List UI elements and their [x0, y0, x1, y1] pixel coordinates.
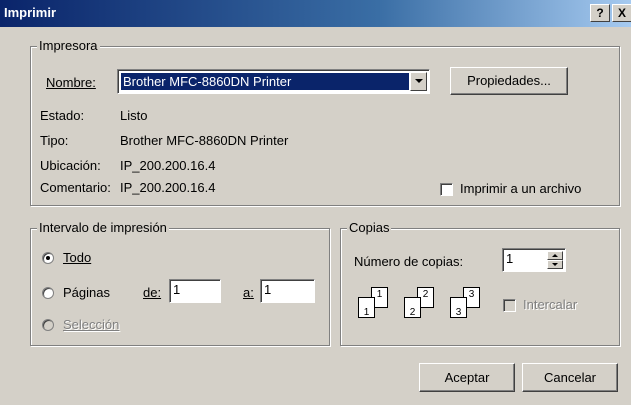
status-value: Listo — [120, 108, 148, 123]
help-button[interactable]: ? — [590, 4, 610, 22]
status-label: Estado: — [40, 108, 85, 123]
num-copies-input[interactable]: 1 — [502, 248, 566, 272]
copies-group-legend: Copias — [347, 220, 392, 235]
collate-page-front: 1 — [358, 297, 375, 318]
comment-label: Comentario: — [40, 180, 111, 195]
location-value: IP_200.200.16.4 — [120, 158, 216, 173]
ok-button[interactable]: Aceptar — [419, 363, 515, 392]
chevron-down-icon[interactable] — [410, 72, 427, 91]
selection-label[interactable]: Selección — [63, 317, 119, 332]
selection-radio[interactable] — [42, 319, 54, 331]
printer-name-selected: Brother MFC-8860DN Printer — [121, 73, 409, 90]
spin-down-icon[interactable] — [547, 260, 563, 269]
cancel-button[interactable]: Cancelar — [522, 363, 618, 392]
collate-label[interactable]: Intercalar — [523, 297, 577, 312]
window-title: Imprimir — [4, 5, 57, 20]
location-label: Ubicación: — [40, 158, 101, 173]
pages-radio[interactable] — [42, 287, 54, 299]
num-copies-spinner[interactable] — [547, 251, 563, 269]
print-to-file-checkbox[interactable] — [440, 183, 453, 196]
spin-up-icon[interactable] — [547, 251, 563, 260]
collate-page-front: 2 — [404, 297, 421, 318]
to-page-input[interactable]: 1 — [260, 279, 315, 303]
printer-name-combo[interactable]: Brother MFC-8860DN Printer — [117, 69, 430, 94]
from-page-input[interactable]: 1 — [169, 279, 221, 303]
num-copies-label: Número de copias: — [354, 254, 464, 269]
all-pages-label[interactable]: Todo — [63, 250, 91, 265]
from-label: de: — [143, 285, 162, 300]
num-copies-value: 1 — [506, 251, 514, 266]
pages-label[interactable]: Páginas — [63, 285, 110, 300]
printer-name-label: Nombre: — [46, 75, 96, 90]
range-group-legend: Intervalo de impresión — [37, 220, 169, 235]
all-pages-radio[interactable] — [42, 252, 54, 264]
close-button[interactable]: X — [612, 4, 631, 22]
printer-group-legend: Impresora — [37, 38, 100, 53]
print-dialog: Imprimir ? X Impresora Nombre: Brother M… — [0, 0, 631, 405]
comment-value: IP_200.200.16.4 — [120, 180, 216, 195]
print-to-file-label[interactable]: Imprimir a un archivo — [460, 181, 581, 196]
properties-button[interactable]: Propiedades... — [450, 67, 568, 95]
collate-checkbox[interactable] — [503, 299, 516, 312]
type-label: Tipo: — [40, 133, 69, 148]
collate-page-front: 3 — [450, 297, 467, 318]
to-label: a: — [243, 285, 254, 300]
type-value: Brother MFC-8860DN Printer — [120, 133, 289, 148]
title-bar[interactable]: Imprimir ? X — [0, 0, 631, 27]
